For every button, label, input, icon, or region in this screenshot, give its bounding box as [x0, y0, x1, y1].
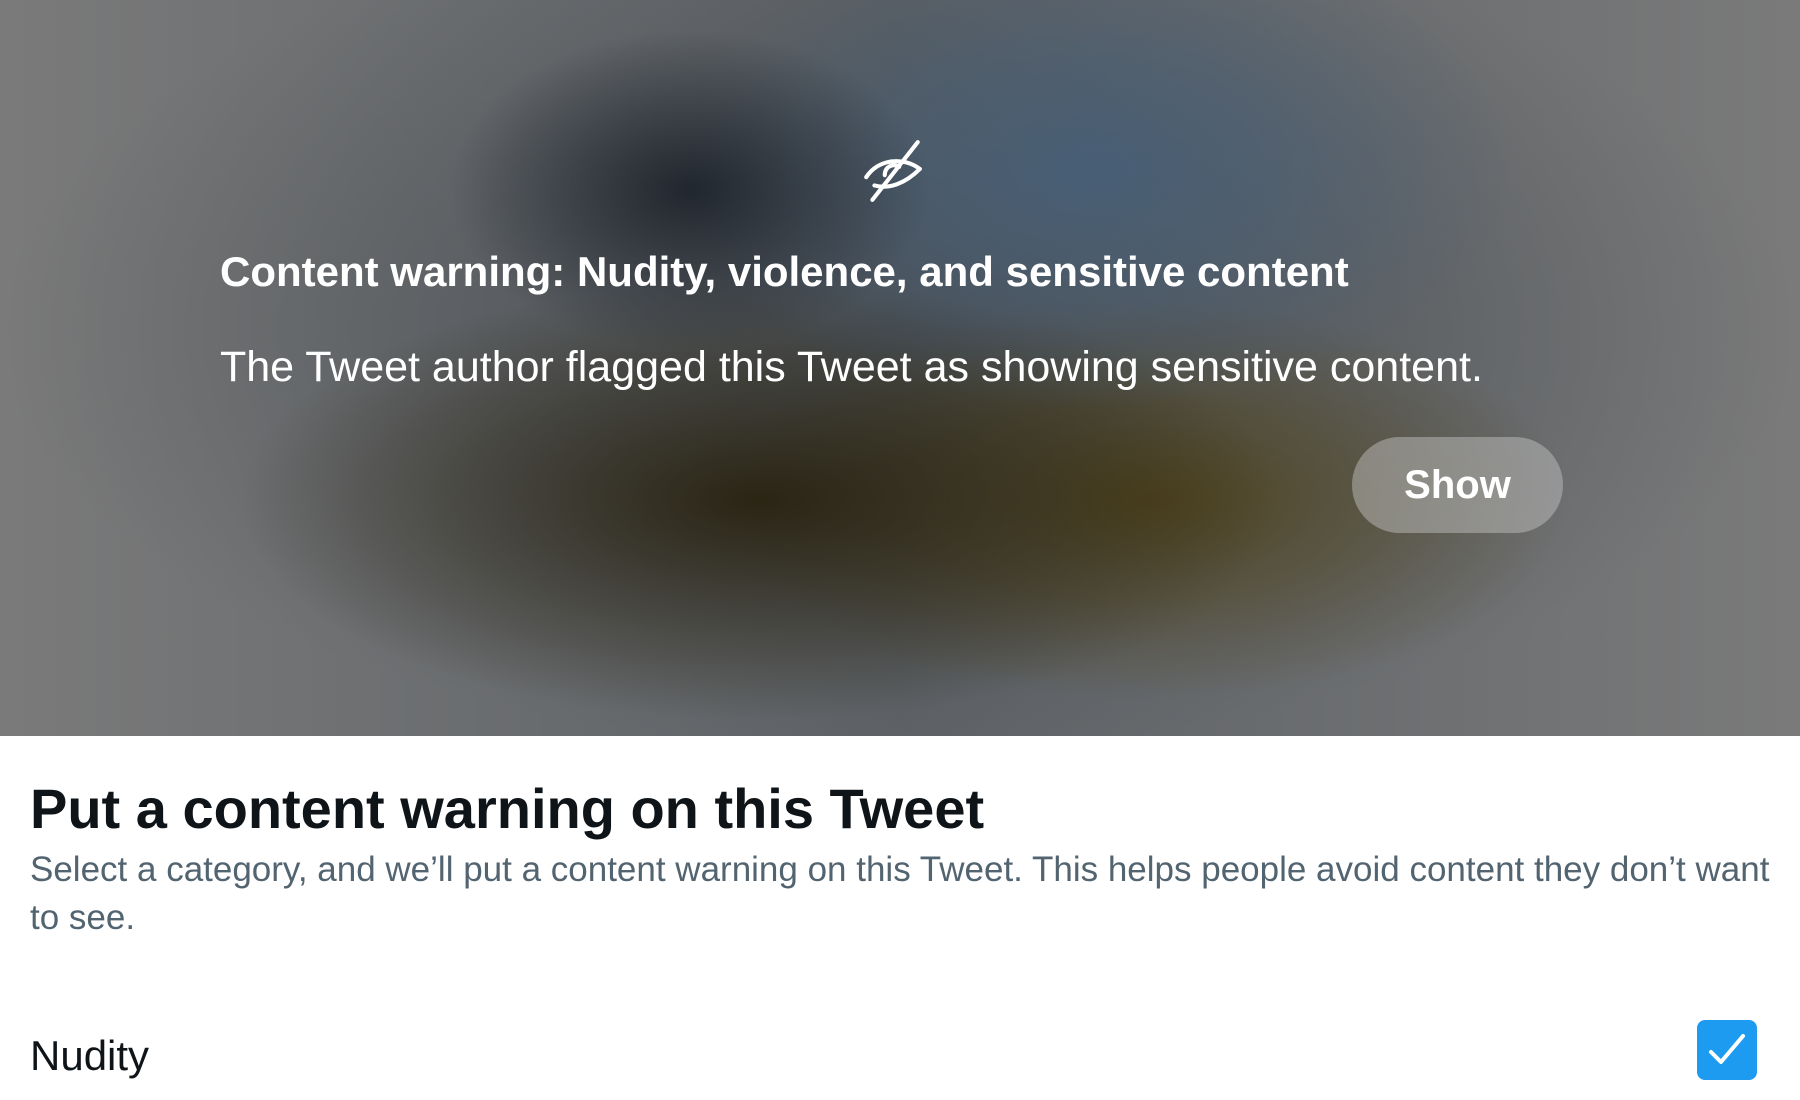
checkmark-icon — [1709, 1034, 1745, 1064]
option-row-nudity[interactable]: Nudity — [30, 1020, 1758, 1100]
show-button[interactable]: Show — [1352, 437, 1563, 533]
option-label: Nudity — [30, 1032, 150, 1079]
content-warning-title: Content warning: Nudity, violence, and s… — [220, 248, 1349, 295]
panel-description: Select a category, and we’ll put a conte… — [30, 850, 1770, 937]
panel-title: Put a content warning on this Tweet — [30, 777, 985, 840]
eye-slash-icon — [864, 140, 922, 202]
sensitive-media-preview: Content warning: Nudity, violence, and s… — [0, 0, 1800, 736]
nudity-checkbox[interactable] — [1697, 1020, 1757, 1080]
content-warning-description: The Tweet author flagged this Tweet as s… — [220, 343, 1483, 391]
